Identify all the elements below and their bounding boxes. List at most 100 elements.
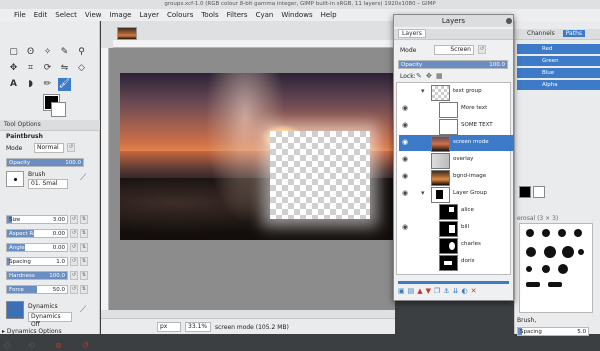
layer-row[interactable]: ◉ More text xyxy=(399,101,514,118)
restore-options-icon[interactable]: ⟲ xyxy=(28,341,35,350)
dynamics-field[interactable]: Dynamics Off xyxy=(28,312,72,328)
vertical-ruler[interactable] xyxy=(101,48,109,310)
hardness-reset-icon[interactable]: ↺ xyxy=(70,271,78,280)
layer-row[interactable]: ◉ bill xyxy=(399,220,514,237)
layer-row[interactable]: ◉ screen mode xyxy=(399,135,514,152)
bucket-fill-icon[interactable]: ◗ xyxy=(24,78,37,91)
spacing-link-icon[interactable]: ⇅ xyxy=(80,257,88,266)
hardness-slider[interactable]: Hardness 100.0 xyxy=(6,271,68,280)
unit-select[interactable]: px xyxy=(157,322,181,332)
eye-icon[interactable]: ◉ xyxy=(402,190,410,197)
delete-layer-icon[interactable]: ✕ xyxy=(471,287,480,295)
channel-red[interactable]: Red xyxy=(517,44,600,54)
menu-view[interactable]: View xyxy=(81,9,106,21)
layer-row[interactable]: charles xyxy=(399,237,514,254)
layers-tab[interactable]: Layers xyxy=(394,29,513,40)
image-canvas[interactable] xyxy=(120,73,395,240)
dynamics-preview-icon[interactable] xyxy=(6,301,24,319)
brush-cell[interactable] xyxy=(526,266,532,272)
eye-icon[interactable]: ◉ xyxy=(402,224,410,231)
anchor-layer-icon[interactable]: ⚓ xyxy=(443,287,452,295)
mask-layer-icon[interactable]: ◐ xyxy=(461,287,470,295)
pencil-icon[interactable]: ✏ xyxy=(41,78,54,91)
menu-windows[interactable]: Windows xyxy=(277,9,316,21)
menu-image[interactable]: Image xyxy=(106,9,136,21)
layer-row[interactable]: ◉ overlay xyxy=(399,152,514,169)
brush-name-field[interactable]: 01. Smal xyxy=(28,179,68,189)
layer-row[interactable]: ▾ text group xyxy=(399,84,514,101)
brush-cell[interactable] xyxy=(574,229,582,237)
expander-icon[interactable]: ▾ xyxy=(421,88,429,95)
close-dialog-icon[interactable] xyxy=(506,18,512,24)
layers-opacity-slider[interactable]: Opacity 100.0 xyxy=(398,60,508,69)
channel-alpha[interactable]: Alpha xyxy=(517,80,600,90)
brush-cell[interactable] xyxy=(526,247,536,257)
move-icon[interactable]: ✥ xyxy=(7,62,20,75)
mode-reset-icon[interactable]: ↺ xyxy=(67,143,75,152)
save-options-icon[interactable]: ⎙ xyxy=(4,341,10,351)
aspect-ratio-slider[interactable]: Aspect Ratio 0.00 xyxy=(6,229,68,238)
edit-brush-icon[interactable]: ⟋ xyxy=(80,173,86,183)
menu-help[interactable]: Help xyxy=(317,9,341,21)
brush-spacing-slider[interactable]: Spacing 5.0 xyxy=(517,327,589,336)
edit-dynamics-icon[interactable]: ⟋ xyxy=(80,305,86,315)
lock-pixels-icon[interactable]: ✎ xyxy=(416,72,422,80)
menu-tools[interactable]: Tools xyxy=(197,9,222,21)
fg-bg-colors[interactable] xyxy=(43,94,66,117)
menu-file[interactable]: File xyxy=(10,9,30,21)
text-tool-icon[interactable]: A xyxy=(7,78,20,91)
force-reset-icon[interactable]: ↺ xyxy=(70,285,78,294)
eye-icon[interactable]: ◉ xyxy=(402,139,410,146)
eye-icon[interactable]: ◉ xyxy=(402,105,410,112)
menu-select[interactable]: Select xyxy=(51,9,81,21)
lower-layer-icon[interactable]: ▼ xyxy=(426,287,434,295)
layers-mode-reset-icon[interactable]: ↺ xyxy=(478,45,486,54)
new-layer-group-icon[interactable]: ▣ xyxy=(398,287,408,295)
aspect-link-icon[interactable]: ⇅ xyxy=(80,229,88,238)
path-icon[interactable]: ✎ xyxy=(58,46,71,59)
lasso-icon[interactable]: ʘ xyxy=(24,46,37,59)
delete-options-icon[interactable]: ⊘ xyxy=(55,341,62,350)
brush-cell[interactable] xyxy=(558,264,568,274)
duplicate-layer-icon[interactable]: ❐ xyxy=(434,287,443,295)
raise-layer-icon[interactable]: ▲ xyxy=(417,287,425,295)
expander-icon[interactable]: ▾ xyxy=(421,190,429,197)
layer-row[interactable]: doris xyxy=(399,254,514,271)
size-slider[interactable]: Size 3.00 xyxy=(6,215,68,224)
aspect-reset-icon[interactable]: ↺ xyxy=(70,229,78,238)
zoom-select[interactable]: 33.1% xyxy=(185,322,211,332)
menu-colours[interactable]: Colours xyxy=(163,9,197,21)
menu-filters[interactable]: Filters xyxy=(223,9,252,21)
bg-color-swatch[interactable] xyxy=(533,186,545,198)
brush-preview[interactable] xyxy=(6,171,24,187)
layer-row[interactable]: ◉ bgnd-image xyxy=(399,169,514,186)
image-tab-thumbnail[interactable] xyxy=(117,27,137,40)
tab-paths[interactable]: Paths xyxy=(562,30,585,37)
size-link-icon[interactable]: ⇅ xyxy=(80,215,88,224)
brush-cell[interactable] xyxy=(542,229,550,237)
crop-icon[interactable]: ⌗ xyxy=(24,62,37,75)
mode-select[interactable]: Normal xyxy=(34,143,64,153)
angle-reset-icon[interactable]: ↺ xyxy=(70,243,78,252)
eye-icon[interactable]: ◉ xyxy=(402,173,410,180)
angle-slider[interactable]: Angle 0.00 xyxy=(6,243,68,252)
brush-grid[interactable] xyxy=(519,223,593,313)
menu-layer[interactable]: Layer xyxy=(135,9,163,21)
eye-icon[interactable]: ◉ xyxy=(402,122,410,129)
force-link-icon[interactable]: ⇅ xyxy=(80,285,88,294)
fuzzy-select-icon[interactable]: ✧ xyxy=(41,46,54,59)
lock-alpha-icon[interactable]: ▦ xyxy=(436,72,443,80)
force-slider[interactable]: Force 50.0 xyxy=(6,285,68,294)
brush-cell[interactable] xyxy=(548,282,562,287)
spacing-slider[interactable]: Spacing 1.0 xyxy=(6,257,68,266)
rotate-icon[interactable]: ⟳ xyxy=(41,62,54,75)
layer-row[interactable]: ◉ SOME TEXT xyxy=(399,118,514,135)
flip-icon[interactable]: ⇋ xyxy=(58,62,71,75)
lock-position-icon[interactable]: ✥ xyxy=(426,72,432,80)
layers-scrollbar[interactable] xyxy=(398,281,509,284)
angle-link-icon[interactable]: ⇅ xyxy=(80,243,88,252)
reset-options-icon[interactable]: ↺ xyxy=(82,341,89,350)
new-layer-icon[interactable]: ▤ xyxy=(408,287,418,295)
layer-row[interactable]: ◉ ▾ Layer Group xyxy=(399,186,514,203)
horizontal-ruler[interactable] xyxy=(113,40,395,48)
